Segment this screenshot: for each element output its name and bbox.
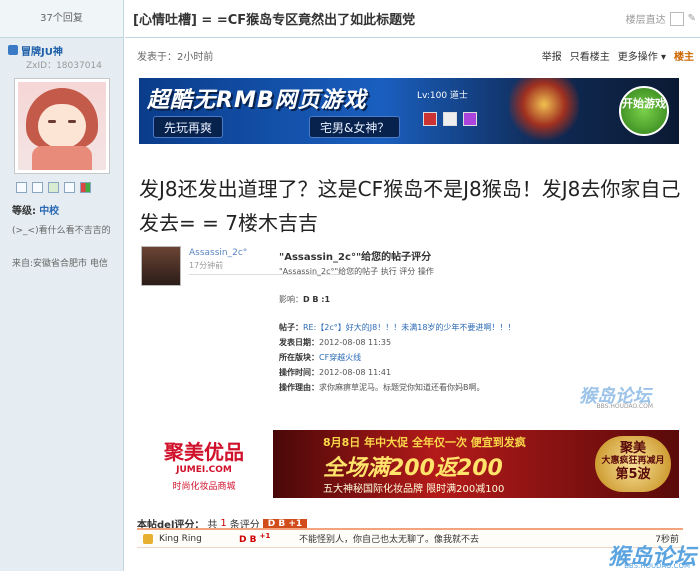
floor-jump: 楼层直达 ✎ <box>626 11 700 26</box>
forum-post-page: 37个回复 冒牌JU神 ZxID：18037014 等级: 中校 (>_<)看什… <box>0 0 700 571</box>
rating-reason: 不能怪别人，你自己也太无聊了。像我就不去 <box>299 535 480 545</box>
email-icon[interactable] <box>64 182 75 193</box>
banner1-sub1: 先玩再爽 <box>153 116 224 138</box>
floor-jump-input[interactable] <box>669 11 684 26</box>
more-actions-label: 更多操作 <box>617 51 658 63</box>
notice-effect: 影响：D B :1 <box>279 295 331 304</box>
site-watermark-url: BBS.HOUDAO.COM <box>624 562 690 570</box>
floor-label: 楼主 <box>674 51 694 63</box>
user-icon <box>143 533 153 544</box>
rater-time: 17分钟前 <box>189 261 224 270</box>
author-signature: (>_<)看什么看不吉吉的 <box>12 226 111 236</box>
jumei-promo: 8月8日 年中大促 全年仅一次 便宜到发疯 全场满200返200 五大神秘国际化… <box>273 430 679 498</box>
notice-section: 所在版块：CF穿越火线 <box>279 353 362 362</box>
rater-name: Assassin_2c° <box>189 248 248 258</box>
post-body-text: 发J8还发出道理了？这是CF猴岛不是J8猴岛！发J8去你家自己发去= = 7楼木… <box>139 177 681 235</box>
notice-date: 发表日期：2012-08-08 11:35 <box>279 338 392 347</box>
author-row: 冒牌JU神 <box>0 38 123 58</box>
banner1-title: 超酷无RMB网页游戏 <box>147 88 367 113</box>
banner1-level: Lv:100 道士 <box>417 91 468 101</box>
author-uid: ZxID：18037014 <box>26 61 102 71</box>
jumei-logo: 聚美优品 <box>164 440 244 464</box>
message-icon[interactable] <box>16 182 27 193</box>
notice-thread: 帖子：RE:【2c°】好大的J8！！！未满18岁的少年不要进啊！！！ <box>279 323 516 332</box>
warrior-figure-image <box>509 78 579 144</box>
online-status-icon <box>8 45 18 55</box>
author-tools <box>0 174 123 198</box>
game-ad-banner[interactable]: 超酷无RMB网页游戏 先玩再爽 宅男&女神？ Lv:100 道士 开始游戏 <box>139 78 679 144</box>
post-time: 发表于：2小时前 <box>137 51 214 63</box>
notice-op-time: 操作时间：2012-08-08 11:41 <box>279 368 392 377</box>
profile-icon[interactable] <box>48 182 59 193</box>
rating-total-tag: D B +1 <box>262 518 308 529</box>
promo-badge: 聚美 大惠疯狂再减月 第5波 <box>595 436 671 492</box>
more-actions-dropdown[interactable]: 更多操作 ▾ <box>618 48 666 63</box>
stats-icon[interactable] <box>80 182 91 193</box>
skill-icon <box>463 112 477 126</box>
notice-desc: "Assassin_2c°"给您的帖子 执行 评分 操作 <box>279 267 434 276</box>
rater-avatar <box>141 246 181 286</box>
pencil-icon[interactable]: ✎ <box>688 13 696 24</box>
rating-score: D B +1 <box>239 532 271 545</box>
promo-date: 8月8日 年中大促 全年仅一次 便宜到发疯 <box>323 436 526 449</box>
post-actions: 举报 只看楼主 更多操作 ▾ 楼主 <box>542 48 694 63</box>
houdao-watermark-url: BBS.HOUDAO.COM <box>596 403 653 410</box>
reply-count: 37个回复 <box>0 0 123 38</box>
jumei-tagline: 时尚化妆品商城 <box>172 482 236 492</box>
level-label: 等级: <box>12 206 36 217</box>
chevron-down-icon: ▾ <box>660 51 666 63</box>
thread-title: [心情吐槽] = =CF猴岛专区竟然出了如此标题党 <box>133 13 416 28</box>
banner1-sub2: 宅男&女神？ <box>309 116 401 138</box>
author-name-link[interactable]: 冒牌JU神 <box>21 43 63 58</box>
avatar[interactable] <box>14 78 110 174</box>
skill-icon <box>443 112 457 126</box>
avatar-image <box>18 82 106 170</box>
add-friend-icon[interactable] <box>32 182 43 193</box>
level-value-link[interactable]: 中校 <box>39 206 59 217</box>
jumei-url: JUMEI.COM <box>176 465 232 475</box>
jumei-logo-block: 聚美优品 JUMEI.COM 时尚化妆品商城 <box>139 430 269 498</box>
start-game-button[interactable]: 开始游戏 <box>619 86 669 136</box>
only-owner-link[interactable]: 只看楼主 <box>570 48 610 63</box>
post-meta: 发表于：2小时前 举报 只看楼主 更多操作 ▾ 楼主 <box>125 38 700 72</box>
report-link[interactable]: 举报 <box>542 48 562 63</box>
jumei-ad-banner[interactable]: 聚美优品 JUMEI.COM 时尚化妆品商城 8月8日 年中大促 全年仅一次 便… <box>139 430 679 498</box>
author-sidebar: 37个回复 冒牌JU神 ZxID：18037014 等级: 中校 (>_<)看什… <box>0 0 124 571</box>
floor-jump-label: 楼层直达 <box>625 15 666 26</box>
rating-notice-image: Assassin_2c° 17分钟前 "Assassin_2c°"给您的帖子评分… <box>139 244 661 410</box>
post-main: [心情吐槽] = =CF猴岛专区竟然出了如此标题党 楼层直达 ✎ 发表于：2小时… <box>125 0 700 571</box>
author-level: 等级: 中校 <box>0 198 123 217</box>
promo-subline: 五大神秘国际化妆品牌 限时满200减100 <box>323 484 505 495</box>
title-bar: [心情吐槽] = =CF猴岛专区竟然出了如此标题党 楼层直达 ✎ <box>125 0 700 38</box>
promo-headline: 全场满200返200 <box>323 456 503 481</box>
rating-row: King Ring D B +1 不能怪别人，你自己也太无聊了。像我就不去 7秒… <box>137 530 683 548</box>
notice-heading: "Assassin_2c°"给您的帖子评分 <box>279 252 432 263</box>
rater-link[interactable]: King Ring <box>159 534 239 544</box>
skill-icon <box>423 112 437 126</box>
author-location: 来自:安徽省合肥市 电信 <box>12 259 108 269</box>
